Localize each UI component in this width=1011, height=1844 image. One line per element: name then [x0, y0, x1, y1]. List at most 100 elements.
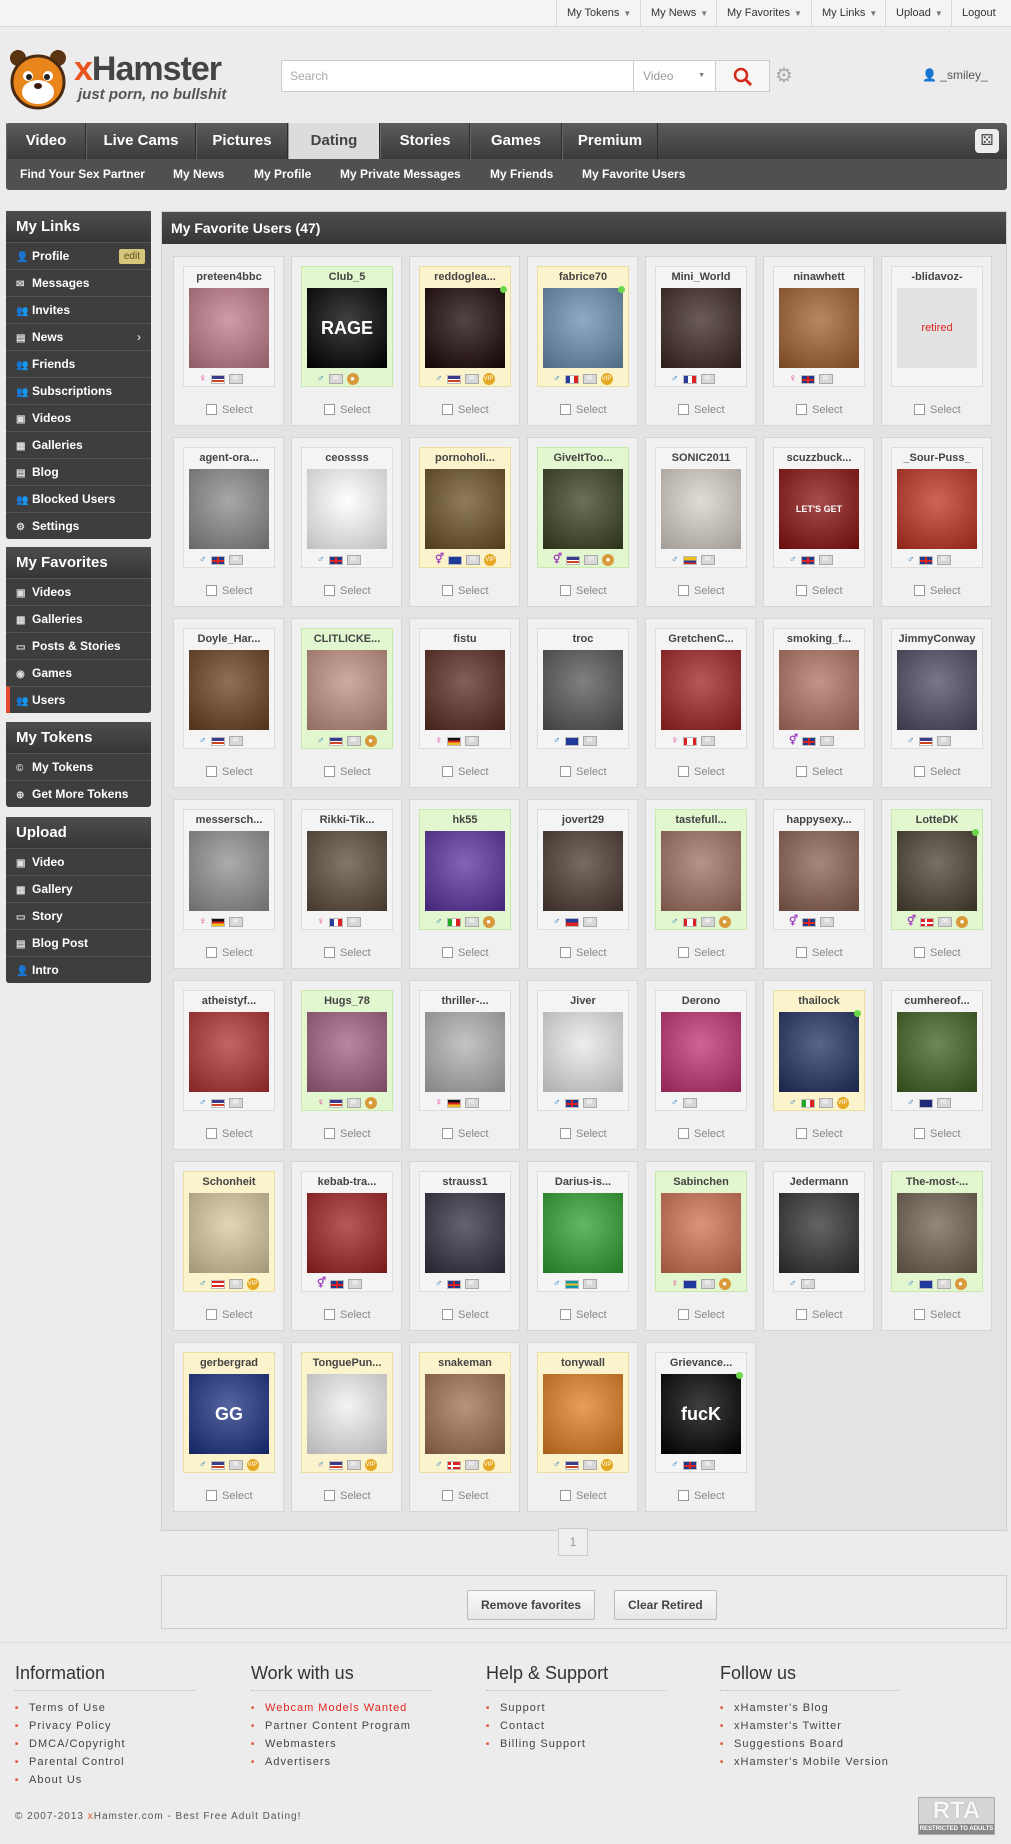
user-avatar[interactable] [779, 1012, 859, 1092]
select-checkbox[interactable]: Select [324, 404, 371, 416]
gear-icon[interactable]: ⚙ [772, 64, 796, 88]
clear-retired-button[interactable]: Clear Retired [614, 1590, 717, 1620]
checkbox-icon[interactable] [678, 1128, 689, 1139]
search-category-select[interactable]: Video ▼ [634, 60, 716, 92]
checkbox-icon[interactable] [678, 1490, 689, 1501]
checkbox-icon[interactable] [442, 404, 453, 415]
checkbox-icon[interactable] [560, 1490, 571, 1501]
user-avatar[interactable] [425, 1374, 505, 1454]
sidebar-tokens-my-tokens[interactable]: © My Tokens [6, 753, 151, 780]
envelope-icon[interactable]: ✉ [464, 1460, 479, 1470]
envelope-icon[interactable]: ✉ [346, 555, 361, 565]
envelope-icon[interactable]: ✉ [818, 374, 833, 384]
select-checkbox[interactable]: Select [796, 766, 843, 778]
user-name[interactable]: hk55 [420, 814, 510, 826]
envelope-icon[interactable]: ✉ [800, 1279, 815, 1289]
select-checkbox[interactable]: Select [560, 766, 607, 778]
checkbox-icon[interactable] [324, 585, 335, 596]
user-avatar[interactable]: LET'S GET FUCKED [779, 469, 859, 549]
user-avatar[interactable]: fucK [661, 1374, 741, 1454]
user-avatar[interactable] [661, 469, 741, 549]
user-name[interactable]: atheistyf... [184, 995, 274, 1007]
checkbox-icon[interactable] [678, 585, 689, 596]
select-checkbox[interactable]: Select [324, 766, 371, 778]
user-avatar[interactable] [425, 831, 505, 911]
select-checkbox[interactable]: Select [796, 947, 843, 959]
user-name[interactable]: fistu [420, 633, 510, 645]
checkbox-icon[interactable] [914, 585, 925, 596]
sidebar-fav-games[interactable]: ◉ Games [6, 659, 151, 686]
user-avatar[interactable] [779, 831, 859, 911]
user-name[interactable]: preteen4bbc [184, 271, 274, 283]
footer-link[interactable]: Partner Content Program [251, 1717, 471, 1735]
envelope-icon[interactable]: ✉ [464, 1098, 479, 1108]
select-checkbox[interactable]: Select [796, 585, 843, 597]
user-avatar[interactable] [543, 650, 623, 730]
envelope-icon[interactable]: ✉ [346, 917, 361, 927]
user-avatar[interactable] [307, 650, 387, 730]
user-card[interactable]: _Sour-Puss_ ♂ ✉ Select [881, 437, 992, 607]
select-checkbox[interactable]: Select [324, 947, 371, 959]
footer-link[interactable]: xHamster's Blog [720, 1699, 940, 1717]
footer-link[interactable]: xHamster's Twitter [720, 1717, 940, 1735]
envelope-icon[interactable]: ✉ [228, 374, 243, 384]
user-name[interactable]: Rikki-Tik... [302, 814, 392, 826]
envelope-icon[interactable]: ✉ [582, 374, 597, 384]
envelope-icon[interactable]: ✉ [700, 1460, 715, 1470]
user-card[interactable]: ceossss ♂ ✉ Select [291, 437, 402, 607]
user-card[interactable]: atheistyf... ♂ ✉ Select [173, 980, 284, 1150]
checkbox-icon[interactable] [560, 947, 571, 958]
user-card[interactable]: Schonheit ♂ ✉ VIP Select [173, 1161, 284, 1331]
user-card[interactable]: JimmyConway ♂ ✉ Select [881, 618, 992, 788]
envelope-icon[interactable]: ✉ [464, 1279, 479, 1289]
top-link-upload[interactable]: Upload ▼ [885, 0, 953, 26]
sidebar-tokens-get-more[interactable]: ⊕ Get More Tokens [6, 780, 151, 807]
user-name[interactable]: The-most-... [892, 1176, 982, 1188]
tab-live-cams[interactable]: Live Cams [86, 123, 196, 159]
envelope-icon[interactable]: ✉ [464, 917, 479, 927]
user-name[interactable]: tonywall [538, 1357, 628, 1369]
user-avatar[interactable] [189, 650, 269, 730]
user-name[interactable]: Jedermann [774, 1176, 864, 1188]
checkbox-icon[interactable] [324, 1309, 335, 1320]
user-card[interactable]: Darius-is... ♂ ✉ Select [527, 1161, 638, 1331]
footer-link[interactable]: Terms of Use [15, 1699, 235, 1717]
user-name[interactable]: CLITLICKE... [302, 633, 392, 645]
select-checkbox[interactable]: Select [206, 404, 253, 416]
envelope-icon[interactable]: ✉ [346, 1460, 361, 1470]
user-card[interactable]: Grievance... fucK ♂ ✉ Select [645, 1342, 756, 1512]
select-checkbox[interactable]: Select [914, 766, 961, 778]
user-name[interactable]: strauss1 [420, 1176, 510, 1188]
select-checkbox[interactable]: Select [442, 1128, 489, 1140]
user-avatar[interactable] [543, 1374, 623, 1454]
envelope-icon[interactable]: ✉ [700, 374, 715, 384]
user-card[interactable]: fabrice70 ♂ ✉ VIP Select [527, 256, 638, 426]
select-checkbox[interactable]: Select [914, 1128, 961, 1140]
checkbox-icon[interactable] [914, 766, 925, 777]
footer-link[interactable]: Billing Support [486, 1735, 706, 1753]
envelope-icon[interactable]: ✉ [228, 1460, 243, 1470]
select-checkbox[interactable]: Select [678, 766, 725, 778]
select-checkbox[interactable]: Select [206, 1309, 253, 1321]
user-card[interactable]: GretchenC... ♀ ✉ Select [645, 618, 756, 788]
user-avatar[interactable] [189, 1193, 269, 1273]
user-avatar[interactable] [307, 1193, 387, 1273]
user-card[interactable]: hk55 ♂ ✉ ● Select [409, 799, 520, 969]
footer-link[interactable]: Webmasters [251, 1735, 471, 1753]
sidebar-item-news[interactable]: ▤ News › [6, 323, 151, 350]
envelope-icon[interactable]: ✉ [464, 374, 479, 384]
envelope-icon[interactable]: ✉ [346, 1098, 361, 1108]
user-card[interactable]: pornoholi... ⚥ ✉ VIP Select [409, 437, 520, 607]
user-name[interactable]: snakeman [420, 1357, 510, 1369]
user-card[interactable]: tastefull... ♂ ✉ ● Select [645, 799, 756, 969]
user-name[interactable]: fabrice70 [538, 271, 628, 283]
top-link-my-tokens[interactable]: My Tokens ▼ [556, 0, 641, 26]
select-checkbox[interactable]: Select [560, 404, 607, 416]
edit-badge[interactable]: edit [118, 249, 145, 264]
checkbox-icon[interactable] [560, 585, 571, 596]
user-name[interactable]: GretchenC... [656, 633, 746, 645]
user-avatar[interactable] [543, 1012, 623, 1092]
sidebar-fav-posts-stories[interactable]: ▭ Posts & Stories [6, 632, 151, 659]
user-name[interactable]: scuzzbuck... [774, 452, 864, 464]
select-checkbox[interactable]: Select [442, 1490, 489, 1502]
